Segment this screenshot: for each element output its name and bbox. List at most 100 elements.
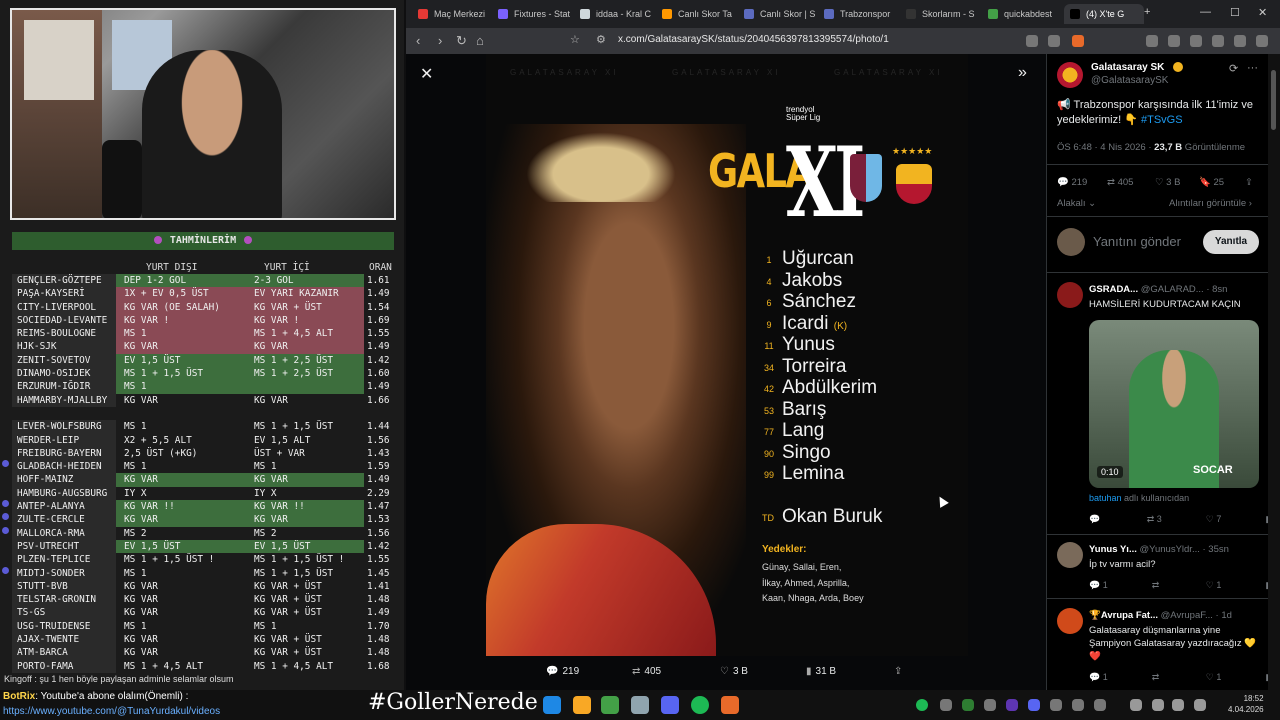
file-explorer-icon[interactable] (573, 696, 591, 714)
cell-match: USG-TRUIDENSE (17, 620, 91, 632)
back-icon[interactable]: ‹ (416, 33, 420, 48)
minimize-icon[interactable]: — (1200, 6, 1211, 18)
browser-tab[interactable]: Canlı Skor | S (738, 4, 816, 24)
tweet-share-icon[interactable]: ⇪ (1245, 177, 1253, 188)
spotify-icon[interactable] (691, 696, 709, 714)
reply-avatar[interactable] (1057, 282, 1083, 308)
reload-icon[interactable]: ↻ (456, 33, 467, 49)
tweet-author-handle[interactable]: @GalatasaraySK (1091, 75, 1168, 86)
video-attribution[interactable]: batuhan adlı kullanıcıdan (1089, 493, 1189, 503)
puzzle-icon[interactable] (1190, 35, 1202, 47)
reply-author[interactable]: Yunus Yı... @YunusYldr... · 35sn (1089, 544, 1229, 555)
cast-icon[interactable] (1026, 35, 1038, 47)
view-quotes-link[interactable]: Alıntıları görüntüle › (1169, 198, 1252, 209)
reply-avatar[interactable] (1057, 542, 1083, 568)
tweet-likes[interactable]: ♡ 3 B (1155, 177, 1180, 188)
reply-submit-button[interactable]: Yanıtla (1203, 230, 1259, 254)
tray-icon[interactable] (962, 699, 974, 711)
more-options-icon[interactable]: ··· (1247, 62, 1258, 74)
microphone-icon[interactable] (1130, 699, 1142, 711)
close-viewer-icon[interactable]: ✕ (420, 64, 433, 84)
extension-icon[interactable] (1146, 35, 1158, 47)
tray-icon[interactable] (1006, 699, 1018, 711)
reply-input[interactable]: Yanıtını gönder (1093, 234, 1181, 249)
reply-video[interactable]: 0:10 SOCAR (1089, 320, 1259, 488)
system-clock[interactable]: 18:52 4.04.2026 (1228, 693, 1264, 715)
reply-like-icon[interactable]: ♡ 1 (1206, 672, 1244, 682)
reply-repost-icon[interactable]: ⇄ (1152, 672, 1184, 682)
tray-spotify-icon[interactable] (916, 699, 928, 711)
battery-icon[interactable] (1194, 699, 1206, 711)
share-icon[interactable] (1048, 35, 1060, 47)
brave-shield-icon[interactable] (1072, 35, 1084, 47)
tweet-reposts[interactable]: ⇄ 405 (1107, 177, 1133, 188)
chat-link[interactable]: https://www.youtube.com/@TunaYurdakul/vi… (3, 706, 220, 717)
menu-icon[interactable] (1256, 35, 1268, 47)
reply-reply-icon[interactable]: 💬 (1089, 514, 1125, 524)
url-field[interactable]: x.com/GalatasaraySK/status/2040456397813… (618, 34, 889, 45)
tray-icon[interactable] (1072, 699, 1084, 711)
volume-icon[interactable] (1172, 699, 1184, 711)
tray-discord-icon[interactable] (1028, 699, 1040, 711)
reply-action[interactable]: 💬 219 (546, 666, 579, 677)
reply-avatar[interactable] (1057, 608, 1083, 634)
tray-icon[interactable] (940, 699, 952, 711)
scrollbar-thumb[interactable] (1271, 70, 1276, 130)
like-action[interactable]: ♡ 3 B (720, 666, 748, 677)
reply-filter-dropdown[interactable]: Alakalı ⌄ (1057, 198, 1096, 209)
reply-repost-icon[interactable]: ⇄ 3 (1147, 514, 1184, 524)
reply-reply-icon[interactable]: 💬 1 (1089, 580, 1130, 590)
scrollbar[interactable] (1268, 54, 1280, 690)
maximize-icon[interactable]: ☐ (1230, 6, 1240, 19)
download-icon[interactable] (1168, 35, 1180, 47)
reply-author[interactable]: 🏆Avrupa Fat... @AvrupaF... · 1d (1089, 610, 1232, 621)
repost-action[interactable]: ⇄ 405 (632, 666, 661, 677)
grok-icon[interactable]: ⟳ (1229, 62, 1238, 75)
cell-away: X2 + 5,5 ALT (124, 434, 192, 446)
column-home: YURT İÇİ (264, 262, 310, 273)
browser-tab[interactable]: Maç Merkezi (412, 4, 490, 24)
browser-tab[interactable]: (4) X'te G (1064, 4, 1144, 24)
close-window-icon[interactable]: ✕ (1258, 6, 1267, 19)
browser-tab[interactable]: Trabzonspor (818, 4, 898, 24)
browser-tab[interactable]: Fixtures - Stat (492, 4, 572, 24)
obs-icon[interactable] (631, 696, 649, 714)
cell-odd: 1.66 (367, 394, 390, 406)
site-info-icon[interactable]: ⚙ (596, 33, 606, 46)
browser-tab[interactable]: Canlı Skor Ta (656, 4, 736, 24)
tray-icon[interactable] (1050, 699, 1062, 711)
bookmark-icon[interactable]: ☆ (570, 33, 580, 46)
forward-icon[interactable]: › (438, 33, 442, 48)
reply-like-icon[interactable]: ♡ 1 (1206, 580, 1244, 590)
collapse-panel-icon[interactable]: » (1018, 64, 1027, 82)
windows-start-icon[interactable] (543, 696, 561, 714)
clock-time: 18:52 (1243, 694, 1264, 703)
discord-icon[interactable] (661, 696, 679, 714)
wallet-icon[interactable] (1234, 35, 1246, 47)
cell-odd: 1.42 (367, 540, 390, 552)
views-action[interactable]: ▮ 31 B (806, 666, 836, 677)
lineup-poster[interactable]: GALATASARAY XI GALATASARAY XI GALATASARA… (486, 54, 968, 656)
brave-icon[interactable] (721, 696, 739, 714)
browser-tab[interactable]: quickabdest (982, 4, 1062, 24)
tray-icon[interactable] (1094, 699, 1106, 711)
tray-icon[interactable] (984, 699, 996, 711)
browser-tab[interactable]: Skorlarım - S (900, 4, 980, 24)
player-name-row: Uğurcan (782, 248, 854, 270)
app-icon[interactable] (601, 696, 619, 714)
share-action[interactable]: ⇪ (894, 666, 906, 677)
new-tab-button[interactable]: + (1144, 6, 1150, 18)
browser-tab[interactable]: iddaa - Kral C (574, 4, 654, 24)
tweet-hashtag[interactable]: #TSvGS (1141, 114, 1183, 126)
reply-reply-icon[interactable]: 💬 1 (1089, 672, 1130, 682)
galatasaray-avatar[interactable] (1057, 62, 1083, 88)
tweet-bookmarks[interactable]: 🔖 25 (1199, 177, 1224, 188)
sidebar-icon[interactable] (1212, 35, 1224, 47)
reply-repost-icon[interactable]: ⇄ (1152, 580, 1184, 590)
reply-author[interactable]: GSRADA... @GALARAD... · 8sn (1089, 284, 1227, 295)
tweet-author-name[interactable]: Galatasaray SK (1091, 62, 1164, 73)
network-icon[interactable] (1152, 699, 1164, 711)
tweet-replies[interactable]: 💬 219 (1057, 177, 1087, 188)
home-icon[interactable]: ⌂ (476, 33, 484, 48)
reply-like-icon[interactable]: ♡ 7 (1206, 514, 1244, 524)
